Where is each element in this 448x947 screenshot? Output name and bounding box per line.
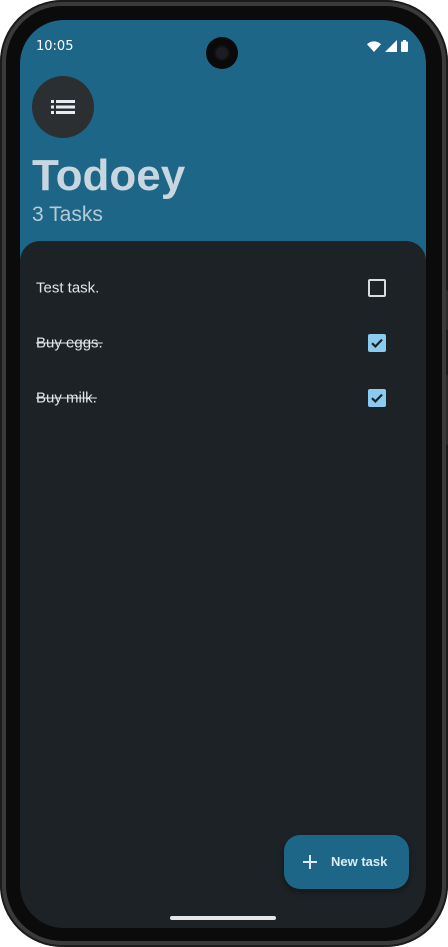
task-label: Test task.	[36, 279, 100, 296]
checkmark-icon	[371, 393, 383, 403]
task-checkbox-checked[interactable]	[368, 388, 386, 407]
front-camera	[206, 37, 238, 69]
status-time: 10:05	[36, 39, 74, 54]
wifi-icon	[367, 40, 381, 52]
task-count: 3 Tasks	[32, 203, 103, 226]
status-icons	[367, 40, 408, 52]
task-label: Buy milk.	[36, 389, 97, 406]
task-item[interactable]: Buy eggs.	[20, 316, 426, 371]
checkmark-icon	[371, 338, 383, 348]
cellular-signal-icon	[385, 40, 397, 52]
menu-button[interactable]	[32, 76, 94, 138]
task-list: Test task. Buy eggs. Buy milk.	[20, 261, 426, 426]
new-task-label: New task	[331, 854, 388, 869]
new-task-button[interactable]: New task	[284, 835, 409, 889]
status-bar: 10:05	[20, 20, 426, 72]
plus-icon	[303, 855, 317, 869]
home-indicator[interactable]	[170, 916, 276, 920]
phone-frame: 10:05 Todoey 3 Tasks Test task. Buy eggs…	[0, 0, 448, 947]
task-checkbox-unchecked[interactable]	[368, 278, 386, 297]
task-item[interactable]: Test task.	[20, 261, 426, 316]
battery-icon	[401, 40, 408, 52]
task-sheet: Test task. Buy eggs. Buy milk.	[20, 241, 426, 928]
task-item[interactable]: Buy milk.	[20, 371, 426, 426]
task-label: Buy eggs.	[36, 334, 103, 351]
app-screen: 10:05 Todoey 3 Tasks Test task. Buy eggs…	[20, 20, 426, 928]
task-checkbox-checked[interactable]	[368, 333, 386, 352]
page-title: Todoey	[32, 151, 186, 200]
list-icon	[51, 100, 75, 114]
